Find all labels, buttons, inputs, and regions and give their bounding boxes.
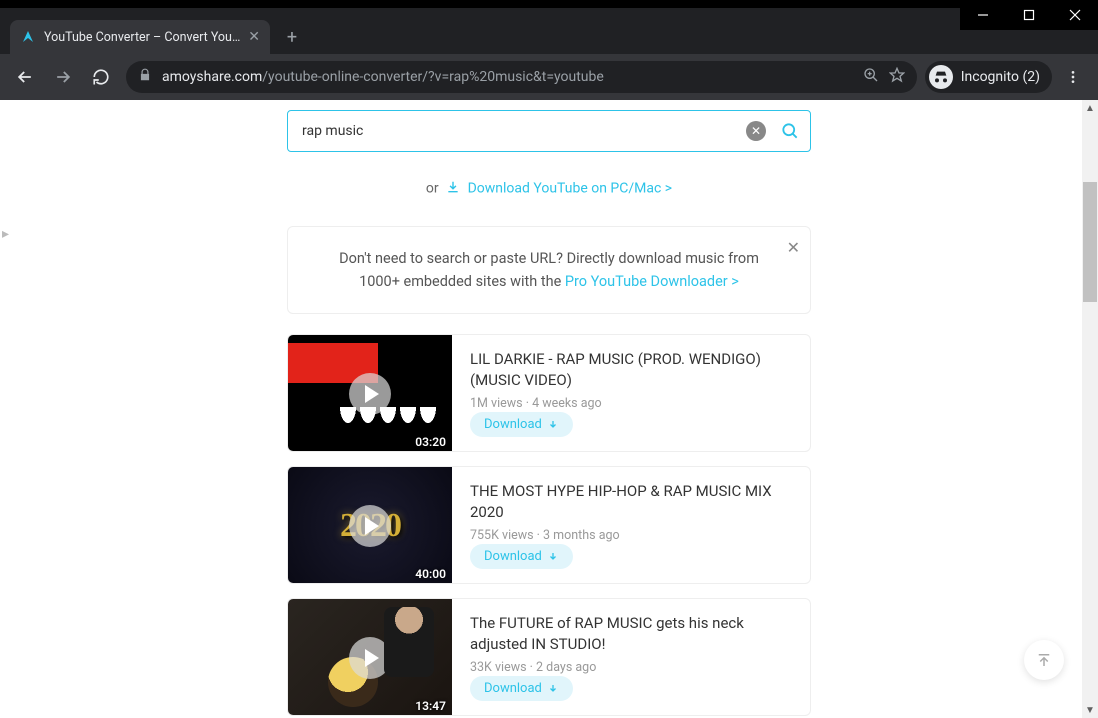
result-card: 13:47 The FUTURE of RAP MUSIC gets his n… xyxy=(287,598,811,716)
window-close-button[interactable] xyxy=(1052,0,1098,30)
results-list: 03:20 LIL DARKIE - RAP MUSIC (PROD. WEND… xyxy=(287,334,811,716)
scrollbar-up-arrow[interactable]: ▲ xyxy=(1082,100,1098,116)
scrollbar-thumb[interactable] xyxy=(1083,182,1097,302)
incognito-label: Incognito (2) xyxy=(961,69,1040,85)
result-card: 03:20 LIL DARKIE - RAP MUSIC (PROD. WEND… xyxy=(287,334,811,452)
tab-strip: YouTube Converter – Convert YouTube ✕ + xyxy=(0,8,1098,54)
new-tab-button[interactable]: + xyxy=(278,23,306,51)
page-viewport: ▸ ✕ or Download YouTube on PC/Mac > ✕ Do… xyxy=(0,100,1098,718)
incognito-indicator[interactable]: Incognito (2) xyxy=(925,61,1052,93)
download-label: Download xyxy=(484,417,542,432)
video-thumbnail[interactable]: 13:47 xyxy=(288,599,452,716)
scrollbar-track[interactable]: ▲ ▼ xyxy=(1082,100,1098,718)
promo-notice: ✕ Don't need to search or paste URL? Dir… xyxy=(287,226,811,314)
download-arrow-icon xyxy=(547,419,559,431)
download-button[interactable]: Download xyxy=(470,544,573,569)
video-duration: 40:00 xyxy=(415,567,446,581)
download-desktop-link[interactable]: Download YouTube on PC/Mac > xyxy=(468,181,673,197)
video-title[interactable]: LIL DARKIE - RAP MUSIC (PROD. WENDIGO) (… xyxy=(470,349,792,390)
bookmark-star-icon[interactable] xyxy=(889,67,905,87)
video-title[interactable]: THE MOST HYPE HIP-HOP & RAP MUSIC MIX 20… xyxy=(470,481,792,522)
result-body: The FUTURE of RAP MUSIC gets his neck ad… xyxy=(452,599,810,715)
download-button[interactable]: Download xyxy=(470,676,573,701)
video-duration: 13:47 xyxy=(415,699,446,713)
clear-search-icon[interactable]: ✕ xyxy=(746,121,766,141)
result-body: LIL DARKIE - RAP MUSIC (PROD. WENDIGO) (… xyxy=(452,335,810,451)
notice-close-icon[interactable]: ✕ xyxy=(787,235,800,261)
or-text: or xyxy=(426,181,439,197)
scrollbar-down-arrow[interactable]: ▼ xyxy=(1082,702,1098,718)
window-minimize-button[interactable] xyxy=(960,0,1006,30)
reload-button[interactable] xyxy=(84,60,118,94)
incognito-icon xyxy=(929,65,953,89)
window-controls xyxy=(960,0,1098,30)
browser-menu-button[interactable] xyxy=(1056,60,1090,94)
page-content: ✕ or Download YouTube on PC/Mac > ✕ Don'… xyxy=(149,100,949,716)
browser-toolbar: amoyshare.com/youtube-online-converter/?… xyxy=(0,54,1098,100)
search-button[interactable] xyxy=(780,121,800,141)
search-box: ✕ xyxy=(287,110,811,152)
address-host: amoyshare.com xyxy=(162,69,262,85)
panel-expand-handle[interactable]: ▸ xyxy=(2,226,9,242)
search-input[interactable] xyxy=(302,123,746,139)
video-meta: 755K views · 3 months ago xyxy=(470,528,792,543)
video-duration: 03:20 xyxy=(415,435,446,449)
address-bar[interactable]: amoyshare.com/youtube-online-converter/?… xyxy=(126,61,917,93)
download-label: Download xyxy=(484,549,542,564)
site-favicon-icon xyxy=(20,29,36,45)
play-icon xyxy=(349,505,391,547)
lock-icon xyxy=(138,68,152,86)
address-path: /youtube-online-converter/?v=rap%20music… xyxy=(262,69,604,85)
download-label: Download xyxy=(484,681,542,696)
window-maximize-button[interactable] xyxy=(1006,0,1052,30)
alt-download-line: or Download YouTube on PC/Mac > xyxy=(149,180,949,198)
download-arrow-icon xyxy=(547,683,559,695)
address-url: amoyshare.com/youtube-online-converter/?… xyxy=(162,69,853,85)
tab-title: YouTube Converter – Convert YouTube xyxy=(44,30,242,45)
back-button[interactable] xyxy=(8,60,42,94)
window-titlebar xyxy=(0,0,1098,8)
forward-button[interactable] xyxy=(46,60,80,94)
play-icon xyxy=(349,373,391,415)
tab-active[interactable]: YouTube Converter – Convert YouTube ✕ xyxy=(10,20,270,54)
play-icon xyxy=(349,637,391,679)
back-to-top-button[interactable] xyxy=(1024,640,1064,680)
result-card: 2020 40:00 THE MOST HYPE HIP-HOP & RAP M… xyxy=(287,466,811,584)
video-meta: 1M views · 4 weeks ago xyxy=(470,396,792,411)
pro-downloader-link[interactable]: Pro YouTube Downloader > xyxy=(565,273,739,290)
video-thumbnail[interactable]: 03:20 xyxy=(288,335,452,452)
video-title[interactable]: The FUTURE of RAP MUSIC gets his neck ad… xyxy=(470,613,792,654)
video-meta: 33K views · 2 days ago xyxy=(470,660,792,675)
download-icon xyxy=(446,180,460,198)
zoom-icon[interactable] xyxy=(863,67,879,87)
download-arrow-icon xyxy=(547,551,559,563)
tab-close-icon[interactable]: ✕ xyxy=(248,29,260,45)
download-button[interactable]: Download xyxy=(470,412,573,437)
video-thumbnail[interactable]: 2020 40:00 xyxy=(288,467,452,584)
result-body: THE MOST HYPE HIP-HOP & RAP MUSIC MIX 20… xyxy=(452,467,810,583)
